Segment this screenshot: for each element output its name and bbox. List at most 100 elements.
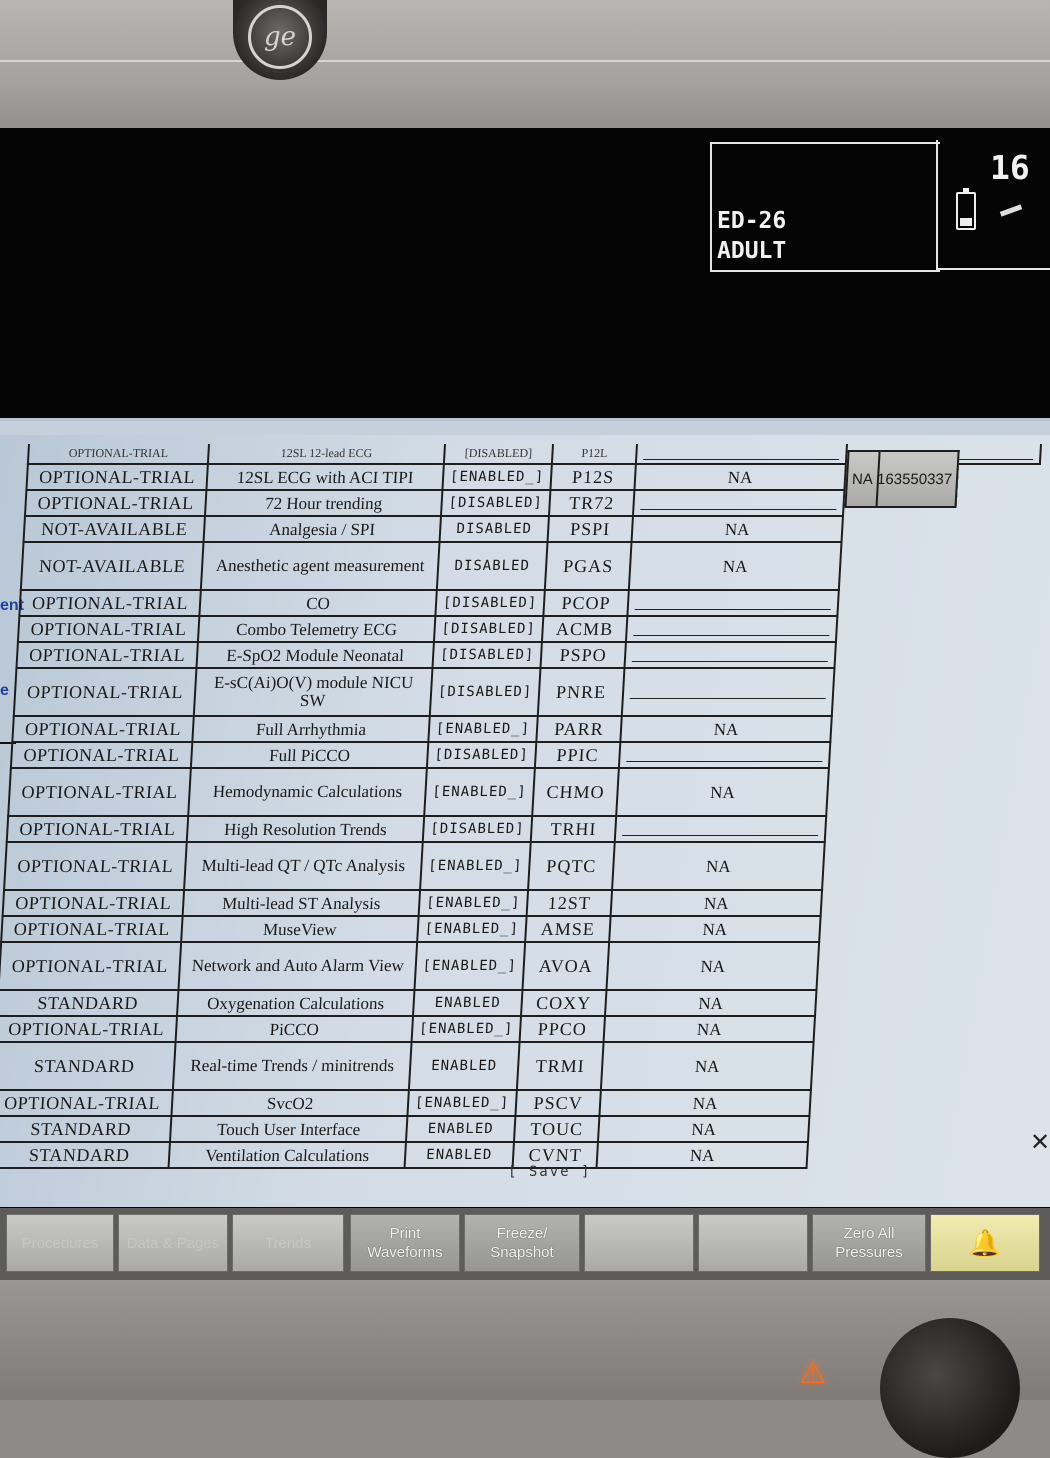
feature-name: Network and Auto Alarm View (178, 942, 418, 990)
feature-name: Combo Telemetry ECG (197, 616, 436, 642)
blank-key[interactable] (584, 1214, 694, 1272)
license-type: STANDARD (0, 1142, 170, 1168)
license-type: OPTIONAL-TRIAL (10, 742, 193, 768)
patient-info-box[interactable]: ED-26 ADULT (710, 142, 940, 272)
feature-name: Multi-lead QT / QTc Analysis (184, 842, 423, 890)
feature-code: TR72 (548, 490, 635, 516)
feature-code: PSCV (515, 1090, 601, 1116)
expiry-cell: NA (616, 768, 829, 816)
expiry-cell: NA (597, 1116, 810, 1142)
table-row[interactable]: OPTIONAL-TRIALPiCCO[ENABLED_]PPCONA61560… (0, 450, 1009, 1042)
expiry-cell: NA (610, 890, 823, 916)
expiry-cell (625, 616, 838, 642)
feature-state: DISABLED (439, 516, 549, 542)
table-row[interactable]: OPTIONAL-TRIAL Combo Telemetry ECG [DISABL… (17, 450, 1031, 642)
feature-state: ENABLED (404, 1142, 514, 1168)
table-row[interactable]: OPTIONAL-TRIAL Hemodynamic Calculations [E… (8, 450, 1023, 816)
expiry-cell: NA (609, 916, 821, 942)
table-row[interactable]: OPTIONAL-TRIAL Multi-lead QT / QTc Analys… (4, 450, 1019, 890)
expiry-cell: NA (599, 1090, 811, 1116)
license-type: NOT-AVAILABLE (20, 542, 204, 590)
table-row[interactable]: NOT-AVAILABLE Analgesia / SPI DISABLED PSPI… (23, 450, 1037, 542)
feature-state: ENABLED (405, 1116, 516, 1142)
feature-state: [DISABLED] (429, 668, 541, 716)
feature-state: [ENABLED_] (407, 1090, 517, 1116)
expiry-cell: NA (628, 542, 842, 590)
table-row[interactable]: STANDARD Touch User Interface ENABLED TOUC N… (0, 450, 1003, 1142)
table-row[interactable]: OPTIONAL-TRIAL E-sC(Ai)O(V) module NICU S… (13, 450, 1029, 716)
table-row[interactable]: OPTIONAL-TRIAL SvcO2 [ENABLED_] PSCV NA 14316… (0, 450, 1005, 1116)
bed-label: ED-26 (717, 208, 787, 234)
feature-state: [DISABLED] (440, 490, 551, 516)
table-row[interactable]: OPTIONAL-TRIAL Network and Auto Alarm Vie… (0, 450, 1013, 990)
table-row[interactable]: OPTIONAL-TRIAL Multi-lead ST Analysis [ENA… (2, 450, 1016, 916)
expiry-cell (621, 668, 835, 716)
feature-name: 12SL ECG with ACI TIPI (206, 464, 444, 490)
feature-name: Analgesia / SPI (203, 516, 441, 542)
close-icon[interactable]: ✕ (1030, 1128, 1050, 1156)
feature-code: AMSE (525, 916, 611, 942)
expiry-cell (635, 444, 847, 464)
license-type: OPTIONAL-TRIAL (24, 490, 207, 516)
table-row[interactable]: OPTIONAL-TRIAL Full PiCCO [DISABLED] PPIC (10, 450, 1024, 768)
expiry-cell: NA (596, 1142, 808, 1168)
clock-readout: 16 2 (990, 148, 1050, 187)
trim-knob[interactable] (880, 1318, 1020, 1458)
feature-state: [ENABLED_] (418, 890, 529, 916)
feature-name: E-sC(Ai)O(V) module NICU SW (193, 668, 433, 716)
table-row[interactable]: OPTIONAL-TRIAL CO [DISABLED] PCOP (19, 450, 1032, 616)
expiry-cell (624, 642, 836, 668)
license-type: STANDARD (0, 1042, 176, 1090)
feature-name: 72 Hour trending (204, 490, 443, 516)
license-type: OPTIONAL-TRIAL (1, 916, 183, 942)
table-row[interactable]: STANDARD Real-time Trends / minitrends ENA… (0, 450, 1008, 1090)
blank-key[interactable] (698, 1214, 808, 1272)
license-type: OPTIONAL-TRIAL (26, 464, 208, 490)
table-row[interactable]: OPTIONAL-TRIALMuseView[ENABLED_]AMSENA44… (1, 450, 1014, 942)
feature-name: Real-time Trends / minitrends (172, 1042, 412, 1090)
license-type: OPTIONAL-TRIAL (27, 444, 210, 464)
table-row[interactable]: STANDARD Ventilation Calculations ENABLED C… (0, 450, 1002, 1168)
license-type: OPTIONAL-TRIAL (0, 1016, 178, 1042)
feature-name: Hemodynamic Calculations (188, 768, 427, 816)
feature-code: PPCO (519, 1016, 606, 1042)
alarm-bell-icon[interactable]: 🔔 (930, 1214, 1040, 1272)
table-row[interactable]: NOT-AVAILABLE Anesthetic agent measuremen… (20, 450, 1036, 590)
feature-name: Touch User Interface (169, 1116, 408, 1142)
feature-name: SvcO2 (171, 1090, 409, 1116)
table-row[interactable]: OPTIONAL-TRIAL E-SpO2 Module Neonatal [DIS… (16, 450, 1029, 668)
expiry-cell (614, 816, 827, 842)
feature-state: [ENABLED_] (442, 464, 552, 490)
table-row[interactable]: OPTIONAL-TRIAL Full Arrhythmia [ENABLED_] P… (12, 450, 1025, 742)
feature-name: Multi-lead ST Analysis (182, 890, 421, 916)
print-waveforms-key[interactable]: Print Waveforms (350, 1214, 460, 1272)
trends-key[interactable]: Trends (232, 1214, 344, 1272)
feature-state: [ENABLED_] (411, 1016, 522, 1042)
license-type: OPTIONAL-TRIAL (0, 942, 182, 990)
monitor-top-bezel: ge (0, 0, 1050, 140)
freeze-snapshot-key[interactable]: Freeze/ Snapshot (464, 1214, 580, 1272)
feature-name: 12SL 12-lead ECG (207, 444, 445, 464)
feature-state: [ENABLED_] (420, 842, 531, 890)
feature-code: PNRE (537, 668, 625, 716)
table-row[interactable]: STANDARD Oxygenation Calculations ENABLED C… (0, 450, 1010, 1016)
feature-state: [DISABLED] (422, 816, 533, 842)
license-type: OPTIONAL-TRIAL (13, 668, 197, 716)
feature-name: High Resolution Trends (186, 816, 425, 842)
procedures-key[interactable]: Procedures (6, 1214, 114, 1272)
license-type: OPTIONAL-TRIAL (2, 890, 185, 916)
feature-code: P12S (550, 464, 636, 490)
feature-code: PPIC (534, 742, 621, 768)
feature-name: E-SpO2 Module Neonatal (196, 642, 434, 668)
expiry-cell: NA (605, 990, 817, 1016)
feature-code: TRHI (530, 816, 617, 842)
data-pages-key[interactable]: Data & Pages (118, 1214, 228, 1272)
side-tab-label[interactable]: e (0, 682, 9, 700)
save-button[interactable]: [ Save ] (508, 1164, 591, 1180)
license-table: OPTIONAL-TRIAL 12SL 12-lead ECG [DISABLE… (0, 444, 1041, 1169)
expiry-cell: NA (631, 516, 843, 542)
table-row[interactable]: OPTIONAL-TRIAL High Resolution Trends [DIS… (6, 450, 1020, 842)
zero-all-pressures-key[interactable]: Zero All Pressures (812, 1214, 926, 1272)
bezel-ridge (0, 60, 1050, 62)
feature-name: PiCCO (175, 1016, 414, 1042)
